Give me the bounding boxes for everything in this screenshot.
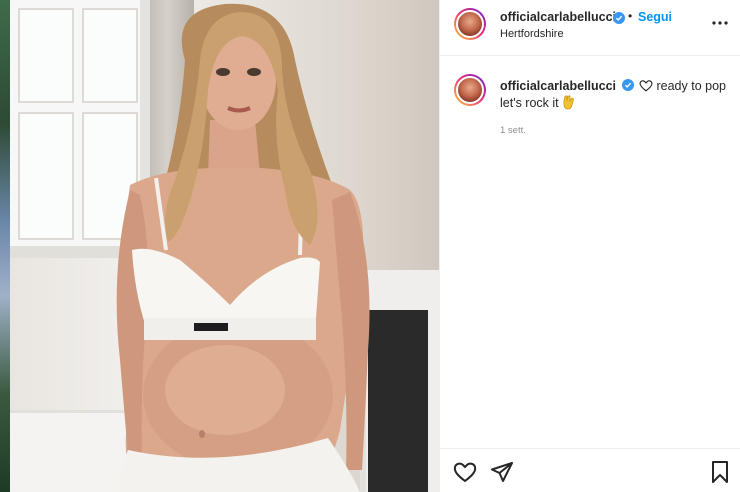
post-location[interactable]: Hertfordshire xyxy=(500,28,564,40)
more-options-icon[interactable] xyxy=(710,16,730,30)
post-timestamp[interactable]: 1 sett. xyxy=(500,125,526,136)
post-side-panel: officialcarlabellucci • Segui Hertfordsh… xyxy=(439,0,740,492)
vulcan-salute-emoji-icon xyxy=(563,95,575,110)
verified-badge-icon xyxy=(613,12,625,24)
heart-emoji-icon xyxy=(639,80,653,92)
post-photo[interactable] xyxy=(10,0,439,492)
instagram-post-view: officialcarlabellucci • Segui Hertfordsh… xyxy=(0,0,740,492)
page-backdrop xyxy=(0,0,10,492)
action-bar xyxy=(440,448,740,492)
author-avatar[interactable] xyxy=(454,8,486,40)
person-figure xyxy=(116,3,370,492)
caption-username[interactable]: officialcarlabellucci xyxy=(500,79,616,93)
caption-avatar[interactable] xyxy=(454,74,486,106)
author-username[interactable]: officialcarlabellucci xyxy=(500,10,616,24)
send-icon[interactable] xyxy=(490,460,514,484)
post-caption: officialcarlabellucci ready to pop let's… xyxy=(500,78,730,112)
bookmark-icon[interactable] xyxy=(708,460,732,484)
separator-dot: • xyxy=(628,9,633,23)
heart-icon[interactable] xyxy=(453,460,477,484)
follow-button[interactable]: Segui xyxy=(638,10,672,24)
post-header: officialcarlabellucci • Segui Hertfordsh… xyxy=(440,0,740,56)
verified-badge-icon xyxy=(621,79,634,91)
